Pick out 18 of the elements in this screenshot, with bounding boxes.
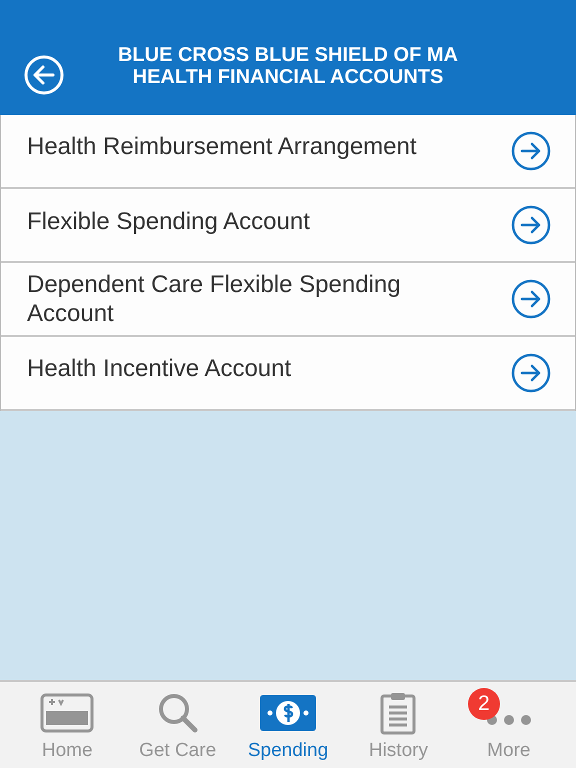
account-label: Health Reimbursement Arrangement [27, 132, 418, 160]
notification-badge: 2 [468, 688, 500, 720]
search-icon [156, 692, 199, 734]
clipboard-icon [380, 691, 416, 735]
account-label: Health Incentive Account [27, 354, 292, 382]
card-icon [40, 693, 94, 733]
money-icon [260, 695, 316, 731]
back-button[interactable] [24, 55, 64, 95]
screen-title: BLUE CROSS BLUE SHIELD OF MA [116, 44, 459, 66]
tab[interactable]: History [343, 682, 454, 768]
account-label: Dependent Care Flexible Spending Account [27, 270, 402, 328]
account-label: Flexible Spending Account [27, 206, 311, 236]
screen-title: HEALTH FINANCIAL ACCOUNTS [132, 66, 444, 88]
tab[interactable]: Spending [232, 682, 344, 768]
tab[interactable]: Home [12, 682, 122, 768]
more-icon [486, 714, 532, 726]
tab[interactable]: 2 More [454, 682, 564, 768]
tab[interactable]: Get Care [122, 682, 233, 768]
